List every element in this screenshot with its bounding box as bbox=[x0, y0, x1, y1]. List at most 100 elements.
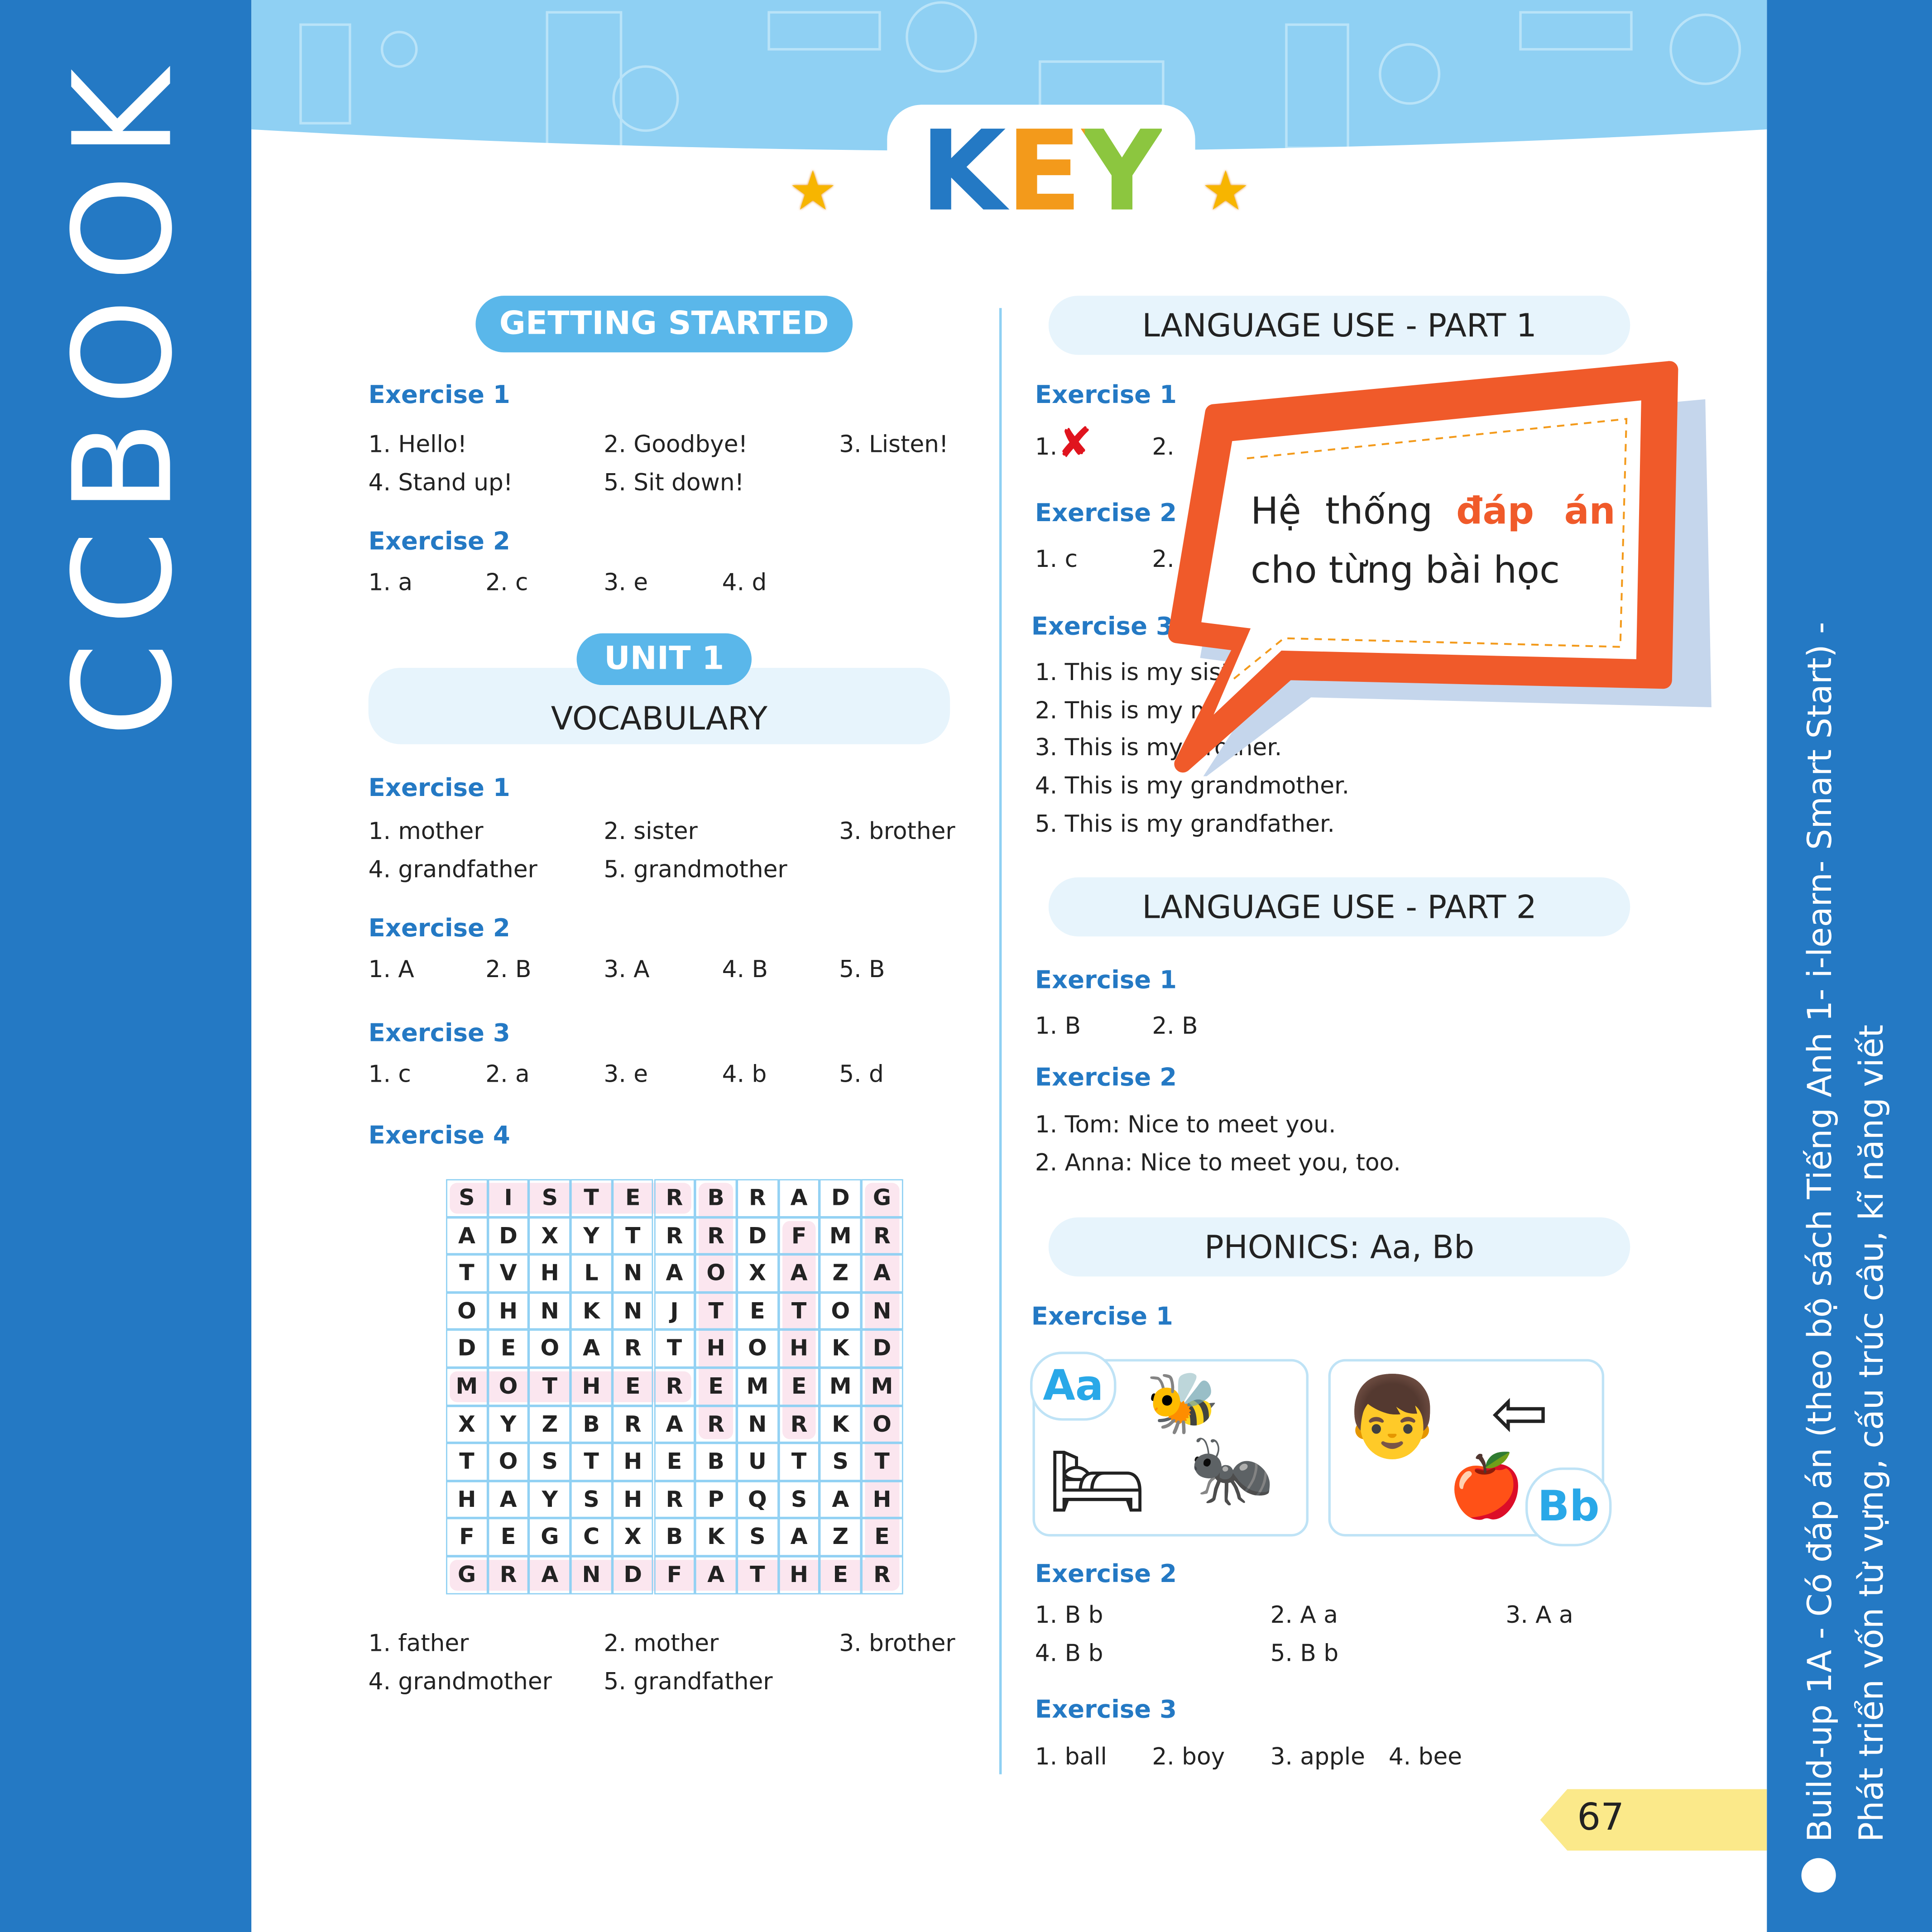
grid-cell: B bbox=[653, 1518, 695, 1556]
exercise-label: Exercise 1 bbox=[1035, 964, 1177, 995]
grid-cell: X bbox=[612, 1518, 654, 1556]
grid-cell: E bbox=[612, 1179, 654, 1217]
grid-cell: G bbox=[446, 1556, 488, 1594]
grid-cell: M bbox=[861, 1367, 903, 1405]
grid-cell: Y bbox=[570, 1217, 612, 1255]
answer: 3. A bbox=[604, 956, 650, 983]
answer: 4. grandfather bbox=[368, 856, 537, 884]
grid-cell: R bbox=[695, 1405, 737, 1443]
grid-cell: B bbox=[695, 1179, 737, 1217]
answer: 4. This is my grandmother. bbox=[1035, 772, 1350, 800]
grid-cell: A bbox=[820, 1481, 862, 1519]
grid-cell: A bbox=[446, 1217, 488, 1255]
grid-cell: T bbox=[529, 1367, 571, 1405]
grid-cell: A bbox=[529, 1556, 571, 1594]
answer: 5. grandfather bbox=[604, 1668, 773, 1696]
grid-cell: O bbox=[446, 1292, 488, 1330]
grid-cell: E bbox=[487, 1518, 529, 1556]
grid-cell: R bbox=[861, 1217, 903, 1255]
grid-cell: E bbox=[861, 1518, 903, 1556]
callout-line2: cho từng bài học bbox=[1251, 549, 1560, 593]
exercise-label: Exercise 2 bbox=[368, 913, 510, 943]
grid-cell: B bbox=[695, 1443, 737, 1481]
answer: 2. Anna: Nice to meet you, too. bbox=[1035, 1149, 1401, 1177]
answer: 4. grandmother bbox=[368, 1668, 552, 1696]
grid-cell: R bbox=[737, 1179, 778, 1217]
grid-cell: R bbox=[695, 1217, 737, 1255]
grid-cell: Z bbox=[529, 1405, 571, 1443]
grid-cell: X bbox=[737, 1254, 778, 1293]
grid-cell: M bbox=[446, 1367, 488, 1405]
grid-cell: S bbox=[529, 1179, 571, 1217]
grid-cell: R bbox=[653, 1367, 695, 1405]
bee-icon: 🐝 bbox=[1146, 1369, 1220, 1438]
phonics-card-b: 👦 ⇦ 🍎 Bb bbox=[1328, 1359, 1612, 1547]
grid-cell: R bbox=[487, 1556, 529, 1594]
grid-cell: B bbox=[570, 1405, 612, 1443]
grid-cell: D bbox=[612, 1556, 654, 1594]
answer: 4. B b bbox=[1035, 1640, 1103, 1667]
exercise-label: Exercise 1 bbox=[368, 379, 510, 409]
answer: 1. a bbox=[368, 569, 413, 597]
grid-cell: R bbox=[653, 1217, 695, 1255]
grid-cell: E bbox=[820, 1556, 862, 1594]
unit-badge: UNIT 1 bbox=[576, 633, 752, 686]
phonics-card-a: Aa 🐝 🛏 🐜 bbox=[1030, 1352, 1309, 1537]
answer: 2. boy bbox=[1152, 1743, 1225, 1771]
answer: 1. father bbox=[368, 1630, 469, 1658]
grid-cell: I bbox=[487, 1179, 529, 1217]
grid-cell: Q bbox=[737, 1481, 778, 1519]
grid-cell: Z bbox=[820, 1518, 862, 1556]
star-icon: ★ bbox=[1201, 160, 1250, 223]
grid-cell: D bbox=[861, 1330, 903, 1368]
cross-icon: ✘ bbox=[1057, 419, 1093, 469]
grid-cell: A bbox=[861, 1254, 903, 1293]
grid-cell: O bbox=[695, 1254, 737, 1293]
grid-cell: O bbox=[737, 1330, 778, 1368]
grid-cell: H bbox=[446, 1481, 488, 1519]
grid-cell: T bbox=[695, 1292, 737, 1330]
exercise-label: Exercise 2 bbox=[1035, 1558, 1177, 1588]
answer: 4. B bbox=[722, 956, 768, 983]
letter-badge-a: Aa bbox=[1030, 1352, 1117, 1421]
grid-cell: T bbox=[778, 1292, 820, 1330]
grid-cell: A bbox=[487, 1481, 529, 1519]
grid-cell: S bbox=[446, 1179, 488, 1217]
grid-cell: N bbox=[570, 1556, 612, 1594]
ant-icon: 🐜 bbox=[1189, 1430, 1275, 1511]
answer: 3. e bbox=[604, 569, 648, 597]
answer: 3. A a bbox=[1505, 1601, 1573, 1629]
answer: 2. Goodbye! bbox=[604, 431, 748, 459]
grid-cell: R bbox=[653, 1481, 695, 1519]
grid-cell: R bbox=[778, 1405, 820, 1443]
grid-cell: Y bbox=[529, 1481, 571, 1519]
language-use-2-heading: LANGUAGE USE - PART 2 bbox=[1048, 877, 1630, 937]
answer: 5. d bbox=[839, 1061, 884, 1088]
answer: 2. A a bbox=[1270, 1601, 1338, 1629]
answer: 5. grandmother bbox=[604, 856, 787, 884]
grid-cell: T bbox=[778, 1443, 820, 1481]
answer: 4. Stand up! bbox=[368, 469, 513, 497]
grid-cell: T bbox=[570, 1179, 612, 1217]
side-title: Build-up 1A - Có đáp án (theo bộ sách Ti… bbox=[1801, 622, 1840, 1842]
answer: 5. B b bbox=[1270, 1640, 1339, 1667]
bullet-dot bbox=[1801, 1858, 1836, 1893]
answer: 5. This is my grandfather. bbox=[1035, 810, 1335, 838]
answer: 5. B bbox=[839, 956, 885, 983]
answer: 1. A bbox=[368, 956, 414, 983]
grid-cell: N bbox=[737, 1405, 778, 1443]
grid-cell: T bbox=[446, 1443, 488, 1481]
letter-badge-b: Bb bbox=[1525, 1467, 1612, 1547]
grid-cell: H bbox=[570, 1367, 612, 1405]
grid-cell: D bbox=[446, 1330, 488, 1368]
grid-cell: X bbox=[529, 1217, 571, 1255]
grid-cell: E bbox=[487, 1330, 529, 1368]
grid-cell: T bbox=[861, 1443, 903, 1481]
grid-cell: O bbox=[529, 1330, 571, 1368]
grid-cell: T bbox=[612, 1217, 654, 1255]
grid-cell: G bbox=[529, 1518, 571, 1556]
answer: 1. c bbox=[368, 1061, 411, 1088]
grid-cell: O bbox=[820, 1292, 862, 1330]
grid-cell: M bbox=[737, 1367, 778, 1405]
callout-text: Hệ thống đáp án cho từng bài học bbox=[1251, 483, 1620, 601]
